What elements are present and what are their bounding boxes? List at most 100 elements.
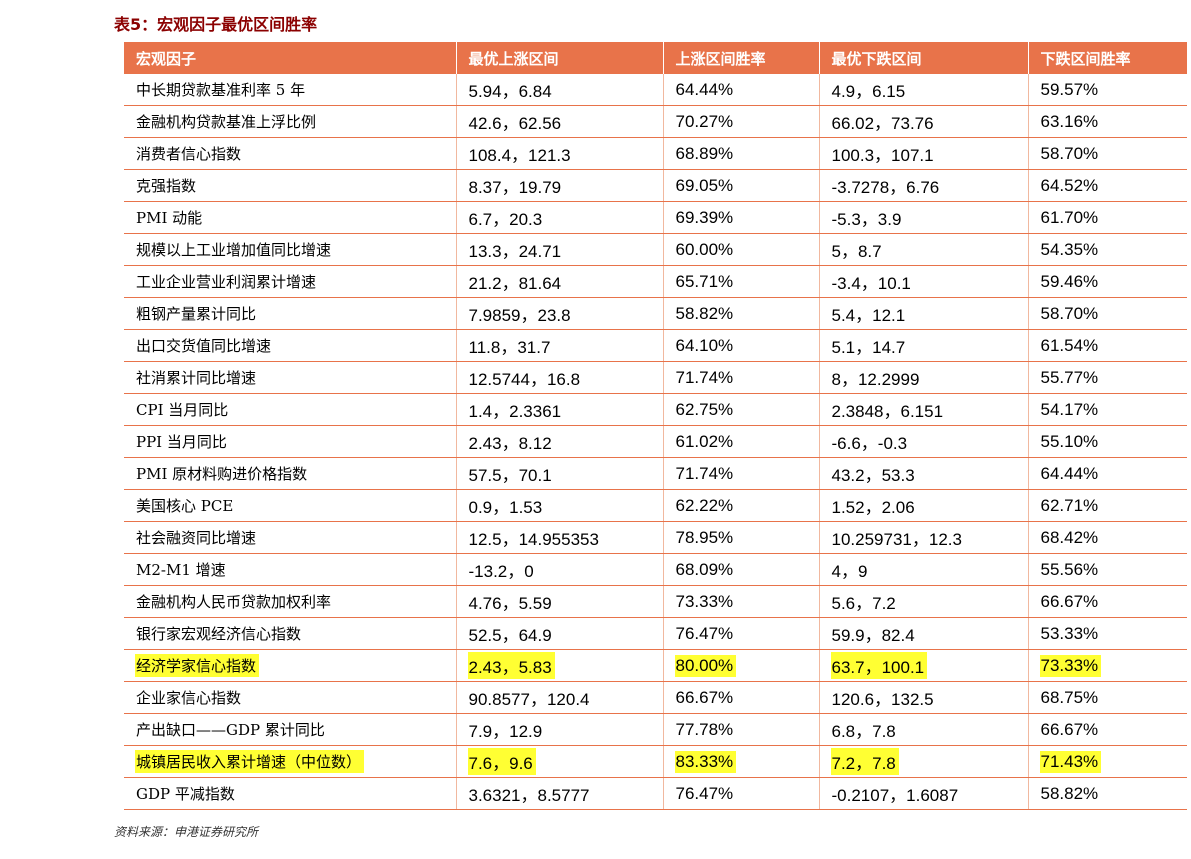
header-up-win: 上涨区间胜率 [663, 42, 820, 74]
up-range-cell: 12.5744，16.8 [456, 361, 664, 394]
down-range-cell: 5.6，7.2 [819, 585, 1029, 618]
down-range-cell: 8，12.2999 [819, 361, 1029, 394]
up-win-cell: 65.71% [663, 265, 820, 298]
down-range-cell: -0.2107，1.6087 [819, 777, 1029, 810]
highlighted-value: 71.43% [1039, 750, 1102, 773]
factor-cell: 金融机构人民币贷款加权利率 [124, 585, 457, 618]
factor-cell: 克强指数 [124, 169, 457, 202]
up-win-cell: 64.10% [663, 329, 820, 362]
down-win-cell: 68.42% [1028, 521, 1187, 554]
up-win-cell: 78.95% [663, 521, 820, 554]
down-win-cell: 73.33% [1028, 649, 1187, 682]
up-range-cell: 57.5，70.1 [456, 457, 664, 490]
table-row: 企业家信心指数 90.8577，120.4 66.67% 120.6，132.5 68.… [124, 681, 1187, 714]
up-win-cell: 70.27% [663, 105, 820, 138]
factor-cell: GDP 平减指数 [124, 777, 457, 810]
factor-cell: 消费者信心指数 [124, 137, 457, 170]
source-note: 资料来源：申港证券研究所 [114, 825, 259, 839]
down-range-cell: 5.1，14.7 [819, 329, 1029, 362]
factor-cell: M2-M1 增速 [124, 553, 457, 586]
table-row: 社会融资同比增速 12.5，14.955353 78.95% 10.259731，12… [124, 521, 1187, 554]
up-range-cell: 5.94，6.84 [456, 74, 664, 106]
down-win-cell: 68.75% [1028, 681, 1187, 714]
down-range-cell: 6.8，7.8 [819, 713, 1029, 746]
highlighted-value: 80.00% [674, 654, 737, 677]
down-range-cell: 100.3，107.1 [819, 137, 1029, 170]
up-win-cell: 69.39% [663, 201, 820, 234]
up-range-cell: 4.76，5.59 [456, 585, 664, 618]
factor-cell: 中长期贷款基准利率 5 年 [124, 74, 457, 106]
factor-cell: PPI 当月同比 [124, 425, 457, 458]
factor-cell: 银行家宏观经济信心指数 [124, 617, 457, 650]
table-caption: 表5：宏观因子最优区间胜率 [114, 15, 318, 34]
highlighted-value: 经济学家信心指数 [135, 654, 260, 677]
up-range-cell: 11.8，31.7 [456, 329, 664, 362]
table-row: 经济学家信心指数 2.43，5.83 80.00% 63.7，100.1 73.33% [124, 649, 1187, 682]
table-row: 城镇居民收入累计增速（中位数） 7.6，9.6 83.33% 7.2，7.8 71.43… [124, 745, 1187, 778]
table-row: 美国核心 PCE 0.9，1.53 62.22% 1.52，2.06 62.71% [124, 489, 1187, 522]
table-row: 克强指数 8.37，19.79 69.05% -3.7278，6.76 64.52% [124, 169, 1187, 202]
up-win-cell: 83.33% [663, 745, 820, 778]
down-win-cell: 61.70% [1028, 201, 1187, 234]
table-body: 中长期贷款基准利率 5 年 5.94，6.84 64.44% 4.9，6.15 59.5… [124, 74, 1187, 810]
up-range-cell: 8.37，19.79 [456, 169, 664, 202]
down-win-cell: 55.56% [1028, 553, 1187, 586]
highlighted-value: 7.2，7.8 [830, 748, 899, 775]
up-win-cell: 69.05% [663, 169, 820, 202]
factor-cell: CPI 当月同比 [124, 393, 457, 426]
factor-cell: 产出缺口——GDP 累计同比 [124, 713, 457, 746]
down-range-cell: 7.2，7.8 [819, 745, 1029, 778]
down-range-cell: 4.9，6.15 [819, 74, 1029, 106]
up-range-cell: 52.5，64.9 [456, 617, 664, 650]
header-factor: 宏观因子 [124, 42, 457, 74]
table-row: 规模以上工业增加值同比增速 13.3，24.71 60.00% 5，8.7 54.35% [124, 233, 1187, 266]
down-win-cell: 64.52% [1028, 169, 1187, 202]
down-range-cell: 66.02，73.76 [819, 105, 1029, 138]
down-range-cell: 59.9，82.4 [819, 617, 1029, 650]
up-range-cell: 6.7，20.3 [456, 201, 664, 234]
down-range-cell: 4，9 [819, 553, 1029, 586]
up-win-cell: 71.74% [663, 361, 820, 394]
up-win-cell: 76.47% [663, 617, 820, 650]
up-range-cell: 7.9859，23.8 [456, 297, 664, 330]
up-range-cell: 13.3，24.71 [456, 233, 664, 266]
factor-cell: 社消累计同比增速 [124, 361, 457, 394]
table-row: 金融机构人民币贷款加权利率 4.76，5.59 73.33% 5.6，7.2 66.67… [124, 585, 1187, 618]
table-row: 中长期贷款基准利率 5 年 5.94，6.84 64.44% 4.9，6.15 59.5… [124, 74, 1187, 106]
factor-cell: 规模以上工业增加值同比增速 [124, 233, 457, 266]
header-down-win: 下跌区间胜率 [1028, 42, 1187, 74]
down-win-cell: 54.17% [1028, 393, 1187, 426]
up-range-cell: 90.8577，120.4 [456, 681, 664, 714]
up-win-cell: 62.22% [663, 489, 820, 522]
header-up-range: 最优上涨区间 [456, 42, 664, 74]
highlighted-value: 63.7，100.1 [830, 652, 928, 679]
down-win-cell: 54.35% [1028, 233, 1187, 266]
up-win-cell: 58.82% [663, 297, 820, 330]
down-win-cell: 61.54% [1028, 329, 1187, 362]
factor-cell: 企业家信心指数 [124, 681, 457, 714]
header-down-range: 最优下跌区间 [819, 42, 1029, 74]
table-row: GDP 平减指数 3.6321，8.5777 76.47% -0.2107，1.608… [124, 777, 1187, 810]
up-range-cell: 1.4，2.3361 [456, 393, 664, 426]
up-range-cell: 0.9，1.53 [456, 489, 664, 522]
down-range-cell: 43.2，53.3 [819, 457, 1029, 490]
table-row: 银行家宏观经济信心指数 52.5，64.9 76.47% 59.9，82.4 53.33… [124, 617, 1187, 650]
table-row: 消费者信心指数 108.4，121.3 68.89% 100.3，107.1 58.70… [124, 137, 1187, 170]
up-range-cell: 2.43，8.12 [456, 425, 664, 458]
down-range-cell: -3.7278，6.76 [819, 169, 1029, 202]
down-win-cell: 59.57% [1028, 74, 1187, 106]
down-win-cell: 58.82% [1028, 777, 1187, 810]
down-range-cell: 10.259731，12.3 [819, 521, 1029, 554]
up-win-cell: 62.75% [663, 393, 820, 426]
up-range-cell: -13.2，0 [456, 553, 664, 586]
up-win-cell: 60.00% [663, 233, 820, 266]
factor-cell: 工业企业营业利润累计增速 [124, 265, 457, 298]
up-win-cell: 66.67% [663, 681, 820, 714]
down-range-cell: -6.6，-0.3 [819, 425, 1029, 458]
factor-cell: 城镇居民收入累计增速（中位数） [124, 745, 457, 778]
down-win-cell: 66.67% [1028, 713, 1187, 746]
down-range-cell: 120.6，132.5 [819, 681, 1029, 714]
up-win-cell: 73.33% [663, 585, 820, 618]
table-header-row: 宏观因子 最优上涨区间 上涨区间胜率 最优下跌区间 下跌区间胜率 [124, 42, 1187, 74]
highlighted-value: 7.6，9.6 [467, 748, 536, 775]
